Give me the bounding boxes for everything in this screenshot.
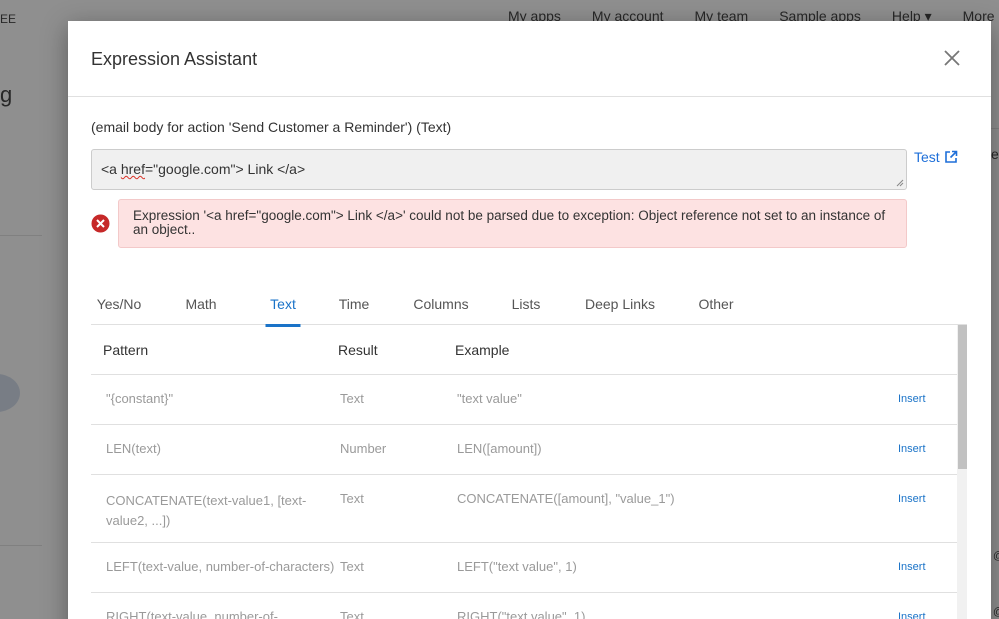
tab-math[interactable]: Math xyxy=(147,283,255,325)
table-row: RIGHT(text-value, number-of- Text RIGHT(… xyxy=(91,593,957,619)
row-pattern: LEN(text) xyxy=(106,441,161,456)
row-result: Text xyxy=(340,559,364,574)
expression-input[interactable]: <a href="google.com"> Link </a> xyxy=(91,149,907,190)
expression-text-pre: <a xyxy=(101,161,121,177)
row-pattern: RIGHT(text-value, number-of- xyxy=(106,609,278,619)
header-example: Example xyxy=(455,342,510,358)
table-header: Pattern Result Example xyxy=(91,325,957,375)
row-pattern: LEFT(text-value, number-of-characters) xyxy=(106,559,335,574)
functions-table: Pattern Result Example "{constant}" Text… xyxy=(91,325,957,619)
table-row: LEN(text) Number LEN([amount]) Insert xyxy=(91,425,957,475)
row-example: LEN([amount]) xyxy=(457,441,542,456)
function-tabs: Yes/No Math Text Time Columns Lists Deep… xyxy=(91,283,967,325)
tab-other[interactable]: Other xyxy=(673,283,759,325)
row-result: Text xyxy=(340,609,364,619)
insert-button[interactable]: Insert xyxy=(898,561,926,573)
test-label: Test xyxy=(914,149,940,165)
dialog-title: Expression Assistant xyxy=(91,49,258,69)
row-example: "text value" xyxy=(457,391,522,406)
table-row: CONCATENATE(text-value1, [text-value2, .… xyxy=(91,475,957,543)
expression-label: (email body for action 'Send Customer a … xyxy=(91,119,452,135)
close-icon[interactable] xyxy=(941,47,963,69)
tab-time[interactable]: Time xyxy=(311,283,397,325)
row-result: Text xyxy=(340,391,364,406)
error-message: Expression '<a href="google.com"> Link <… xyxy=(118,199,907,248)
row-example: CONCATENATE([amount], "value_1") xyxy=(457,491,675,506)
insert-button[interactable]: Insert xyxy=(898,493,926,505)
error-icon xyxy=(91,214,110,233)
tab-deep-links[interactable]: Deep Links xyxy=(567,283,673,325)
header-pattern: Pattern xyxy=(103,342,149,358)
expression-assistant-dialog: Expression Assistant (email body for act… xyxy=(68,21,991,619)
resize-grip-icon[interactable] xyxy=(896,179,904,187)
header-result: Result xyxy=(338,342,378,358)
expression-text-post: ="google.com"> Link </a> xyxy=(144,161,306,177)
row-pattern: CONCATENATE(text-value1, [text-value2, .… xyxy=(106,493,307,528)
row-example: RIGHT("text value", 1) xyxy=(457,609,586,619)
row-result: Number xyxy=(340,441,387,456)
dialog-header: Expression Assistant xyxy=(68,21,991,97)
row-pattern: "{constant}" xyxy=(106,391,174,406)
insert-button[interactable]: Insert xyxy=(898,611,926,619)
insert-button[interactable]: Insert xyxy=(898,443,926,455)
row-example: LEFT("text value", 1) xyxy=(457,559,577,574)
insert-button[interactable]: Insert xyxy=(898,393,926,405)
table-row: "{constant}" Text "text value" Insert xyxy=(91,375,957,425)
tab-lists[interactable]: Lists xyxy=(485,283,567,325)
test-link[interactable]: Test xyxy=(914,149,958,165)
external-link-icon xyxy=(944,150,957,163)
tab-text[interactable]: Text xyxy=(255,283,311,325)
table-row: LEFT(text-value, number-of-characters) T… xyxy=(91,543,957,593)
tab-columns[interactable]: Columns xyxy=(397,283,485,325)
expression-text-misspelled: href xyxy=(120,161,145,177)
scrollbar-thumb[interactable] xyxy=(958,325,967,469)
tab-yes-no[interactable]: Yes/No xyxy=(91,283,147,325)
row-result: Text xyxy=(340,491,364,506)
